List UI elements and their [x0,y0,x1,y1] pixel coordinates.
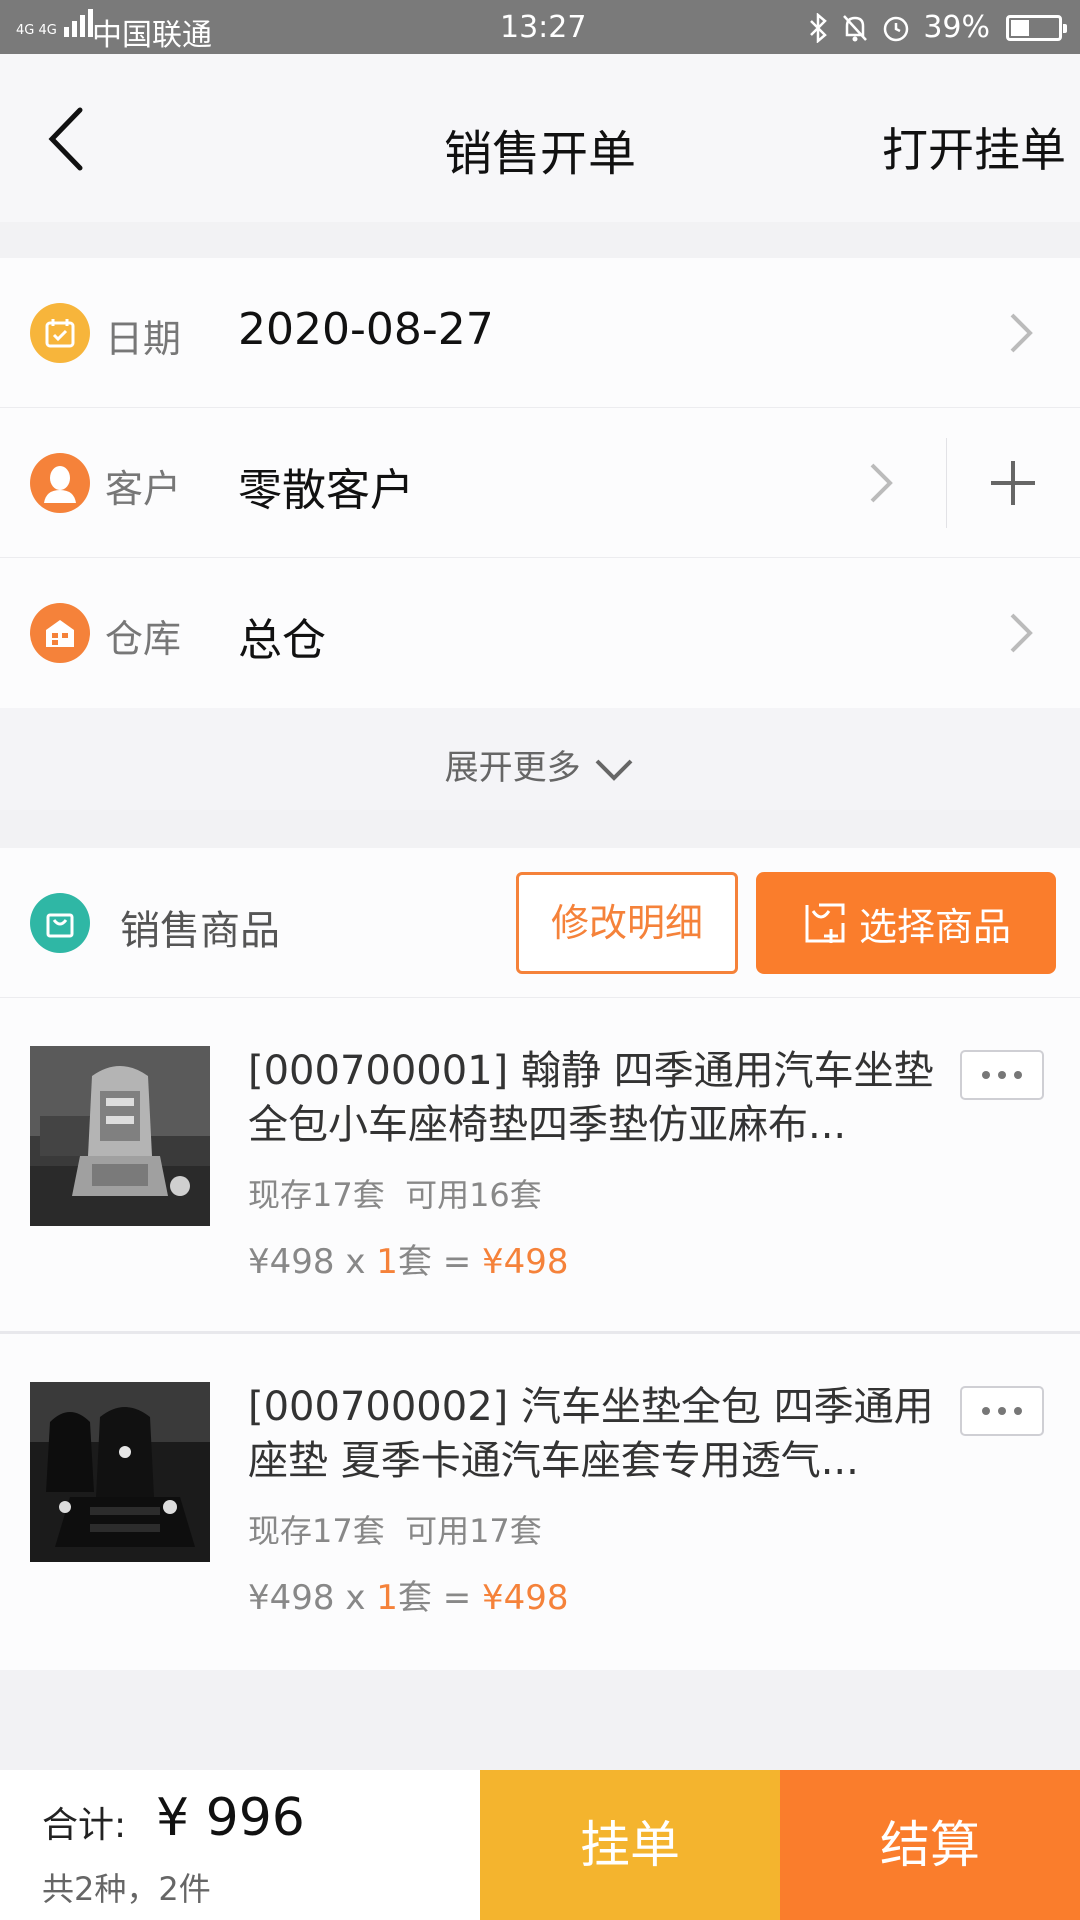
bell-muted-icon [843,14,868,41]
date-label: 日期 [105,317,182,361]
person-icon [30,453,90,513]
expand-more-label: 展开更多 [444,748,581,788]
date-value: 2020-08-27 [238,304,494,355]
settle-button[interactable]: 结算 [780,1770,1080,1920]
checkout-bar: 合计: ¥ 996 共2种，2件 挂单 结算 [0,1770,1080,1920]
stock-info: 现存17套 可用17套 [248,1512,542,1550]
quantity: 1 [376,1578,398,1618]
goods-list-item[interactable]: [000700001] 翰静 四季通用汽车坐垫全包小车座椅垫四季垫仿亚麻布...… [0,998,1080,1334]
clock: 13:27 [500,10,587,45]
date-row[interactable]: 日期 2020-08-27 [0,258,1080,408]
chevron-right-icon [1010,313,1033,353]
warehouse-value: 总仓 [238,615,326,666]
select-goods-button[interactable]: 选择商品 [756,872,1056,974]
expand-more-button[interactable]: 展开更多 [0,708,1080,810]
chevron-right-icon [1010,613,1033,653]
product-image [30,1046,210,1226]
item-count: 共2种，2件 [42,1870,211,1908]
product-image [30,1382,210,1562]
chevron-down-icon [595,759,633,781]
product-name: [000700002] 汽车坐垫全包 四季通用座垫 夏季卡通汽车座套专用透气..… [248,1384,934,1484]
signal-icon: 4G 4G [16,9,93,37]
more-options-button[interactable] [960,1050,1044,1100]
more-options-button[interactable] [960,1386,1044,1436]
stock-info: 现存17套 可用16套 [248,1176,542,1214]
add-customer-icon[interactable] [988,458,1038,508]
chevron-right-icon [870,463,893,503]
status-bar: 4G 4G 中国联通 13:27 39% [0,0,1080,54]
select-goods-label: 选择商品 [858,904,1011,949]
warehouse-icon [30,603,90,663]
quantity: 1 [376,1242,398,1282]
product-name: [000700001] 翰静 四季通用汽车坐垫全包小车座椅垫四季垫仿亚麻布... [248,1048,934,1148]
alarm-icon [884,16,909,41]
subtotal: ¥498 [482,1578,569,1618]
open-pending-button[interactable]: 打开挂单 [882,114,1066,180]
select-goods-icon [805,903,845,943]
price-line: ¥498 x 1套 = ¥498 [248,1242,569,1282]
battery-icon [1006,14,1067,41]
hang-order-button[interactable]: 挂单 [480,1770,780,1920]
warehouse-label: 仓库 [105,617,182,661]
customer-row[interactable]: 客户 零散客户 [0,408,1080,558]
battery-percent: 39% [923,10,990,45]
total-label: 合计: [42,1805,127,1846]
calendar-icon [30,303,90,363]
customer-value: 零散客户 [238,465,414,516]
nav-bar: 销售开单 打开挂单 [0,54,1080,222]
goods-list-item[interactable]: [000700002] 汽车坐垫全包 四季通用座垫 夏季卡通汽车座套专用透气..… [0,1334,1080,1670]
customer-label: 客户 [105,467,182,511]
divider [946,438,947,528]
warehouse-row[interactable]: 仓库 总仓 [0,558,1080,708]
price-line: ¥498 x 1套 = ¥498 [248,1578,569,1618]
network-type: 4G 4G [16,23,57,38]
subtotal: ¥498 [482,1242,569,1282]
shopping-bag-icon [30,893,90,953]
edit-detail-button[interactable]: 修改明细 [516,872,738,974]
order-info-section: 日期 2020-08-27 客户 零散客户 仓库 总仓 [0,258,1080,708]
bluetooth-icon [810,12,828,43]
carrier-name: 中国联通 [92,18,212,53]
goods-section-label: 销售商品 [120,908,280,954]
total-value: ¥ 996 [156,1788,305,1848]
goods-header: 销售商品 修改明细 选择商品 [0,848,1080,998]
